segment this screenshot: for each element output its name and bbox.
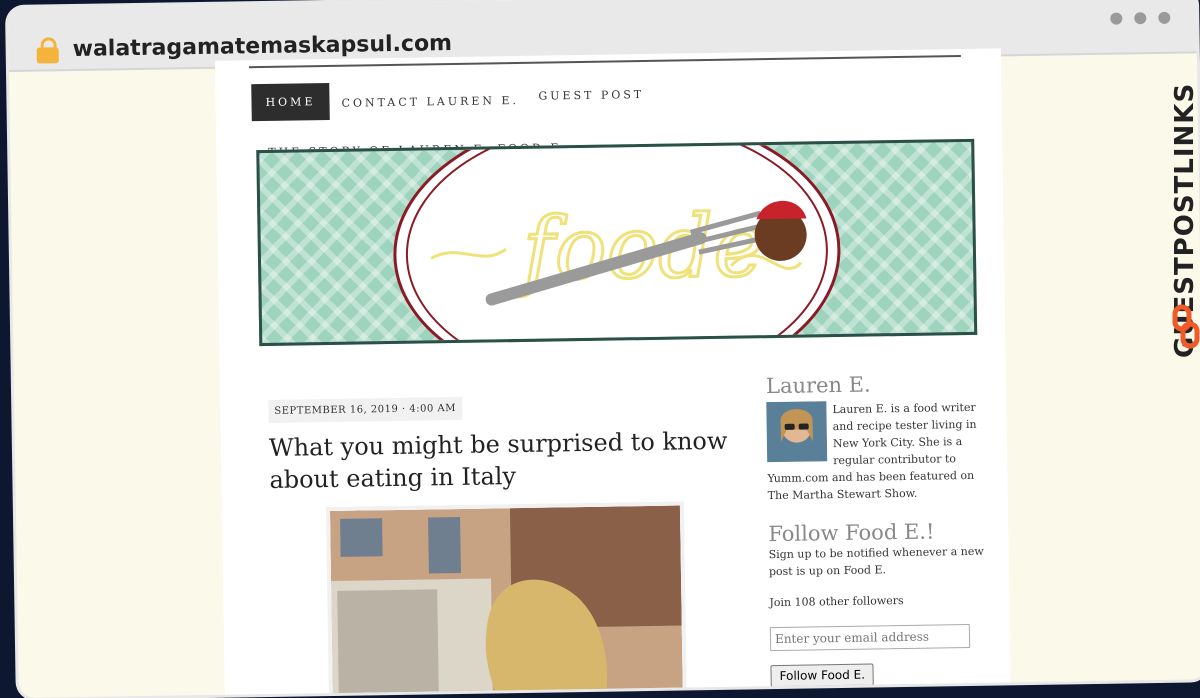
post-image[interactable] — [325, 501, 688, 698]
follow-heading: Follow Food E.! — [768, 519, 935, 547]
nav-guest-post[interactable]: GUEST POST — [538, 88, 644, 103]
lock-icon — [36, 47, 59, 64]
follow-description: Sign up to be notified whenever a new po… — [768, 544, 984, 579]
web-page: HOME CONTACT LAUREN E. GUEST POST THE ST… — [214, 48, 1011, 698]
banner-logo-art: foode — [393, 138, 841, 347]
guestpostlinks-watermark: GUESTPOSTLINKS — [1170, 58, 1200, 358]
window-controls — [1110, 11, 1171, 25]
follow-button[interactable]: Follow Food E. — [770, 663, 875, 688]
nav-home[interactable]: HOME — [251, 82, 330, 122]
post-title[interactable]: What you might be surprised to know abou… — [269, 425, 740, 496]
author-avatar[interactable] — [766, 401, 828, 463]
post-photo-art — [329, 505, 684, 698]
window-dot[interactable] — [1158, 11, 1171, 24]
chain-link-icon — [1172, 304, 1200, 349]
window-dot[interactable] — [1110, 12, 1123, 25]
browser-window: walatragamatemaskapsul.com HOME CONTACT … — [8, 0, 1200, 698]
email-input[interactable] — [769, 623, 971, 652]
author-heading: Lauren E. — [765, 372, 871, 399]
window-dot[interactable] — [1134, 12, 1147, 25]
author-block: Lauren E. is a food writer and recipe te… — [766, 399, 988, 504]
main-nav: HOME CONTACT LAUREN E. GUEST POST THE ST… — [251, 73, 971, 159]
post-date: SEPTEMBER 16, 2019 · 4:00 AM — [268, 396, 463, 423]
nav-contact-lauren-e[interactable]: CONTACT LAUREN E. — [341, 94, 519, 110]
site-banner[interactable]: foode — [256, 138, 978, 347]
sidebar: Lauren E. Lauren E. is a food writer and… — [765, 371, 991, 688]
